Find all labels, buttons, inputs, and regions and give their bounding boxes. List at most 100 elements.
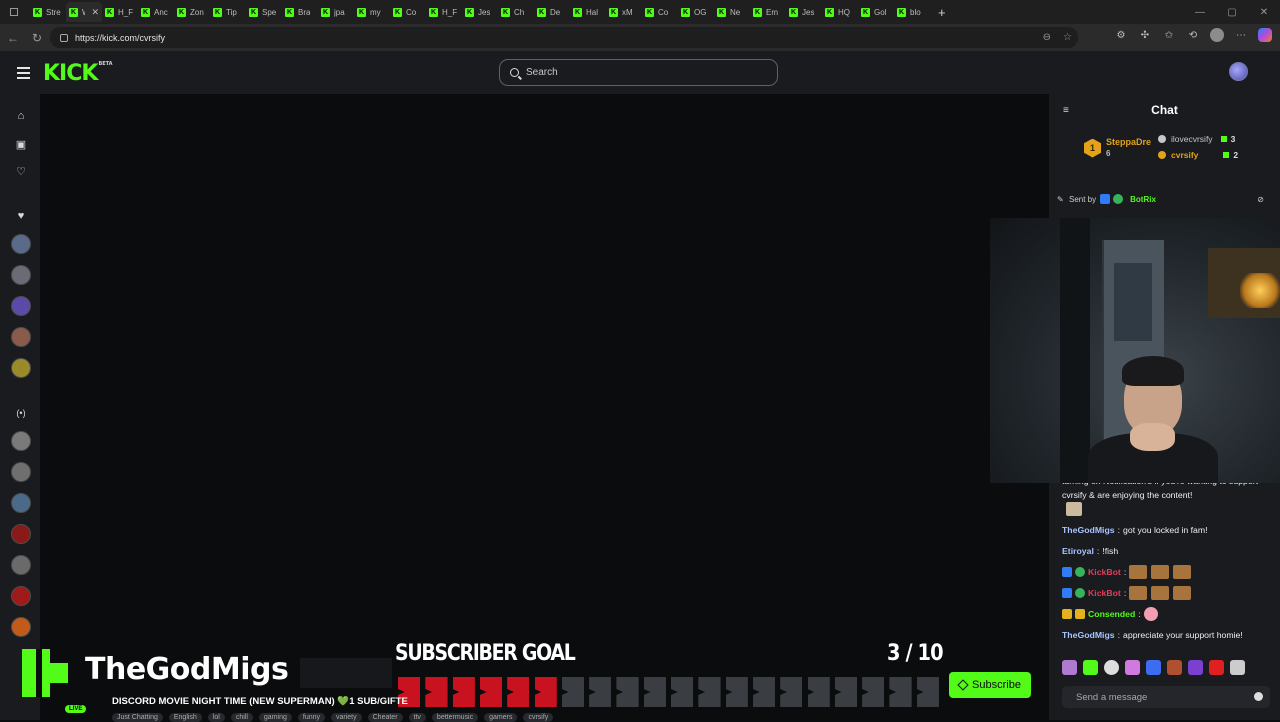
emote-icon[interactable] [1083,660,1098,675]
window-menu-icon[interactable] [4,4,24,20]
stream-tag[interactable]: Cheater [367,713,403,722]
channel-avatar[interactable] [11,431,31,451]
reader-mode-icon[interactable]: ⊖ [1043,32,1051,43]
stream-tag[interactable]: gaming [258,713,292,722]
home-icon[interactable]: ⌂ [14,109,28,123]
chat-username[interactable]: Etiroyal [1062,544,1094,558]
channel-avatar[interactable] [11,234,31,254]
video-player[interactable] [40,94,1049,720]
channel-avatar[interactable] [11,493,31,513]
maximize-icon[interactable]: ▢ [1216,0,1248,24]
browser-tab[interactable]: K Em [750,2,786,22]
hamburger-menu-icon[interactable] [17,67,30,82]
channel-avatar[interactable] [11,265,31,285]
extension-icon[interactable]: ⚙ [1114,28,1128,42]
browser-tab[interactable]: K Stre [30,2,66,22]
browser-tab[interactable]: K Jes [462,2,498,22]
channel-avatar[interactable] [11,524,31,544]
emote-icon[interactable] [1104,660,1119,675]
kick-logo[interactable]: KICKBETA [43,61,113,86]
browser-tab[interactable]: KxM [606,2,642,22]
stream-tag[interactable]: bettermusic [431,713,479,722]
channel-avatar[interactable] [11,555,31,575]
browser-tab[interactable]: K Ch [498,2,534,22]
browser-tab[interactable]: K H_F [102,2,138,22]
browser-tab[interactable]: K Co [390,2,426,22]
browser-tab[interactable]: K Hal [570,2,606,22]
favorites-icon[interactable]: ✩ [1162,28,1176,42]
stream-tag[interactable]: chill [230,713,253,722]
back-icon[interactable]: ← [2,31,24,45]
channel-avatar[interactable] [11,586,31,606]
chat-input[interactable] [1076,691,1246,703]
browser-tab[interactable]: Kjpa [318,2,354,22]
browser-tab[interactable]: K HQ [822,2,858,22]
gift-leaderboard-top[interactable]: 1 SteppaDre 6 [1084,136,1151,160]
browser-tab[interactable]: Kblo [894,2,930,22]
profile-avatar[interactable] [1210,28,1224,42]
browse-icon[interactable]: ▣ [14,137,28,151]
chat-username[interactable]: Consended [1088,607,1135,621]
site-info-icon[interactable] [60,33,68,42]
browser-tab[interactable]: K Zon [174,2,210,22]
search-input[interactable] [526,67,658,78]
extensions-puzzle-icon[interactable]: ✣ [1138,28,1152,42]
stream-tag[interactable]: funny [297,713,325,722]
browser-tab[interactable]: K Wh ✕ [66,2,102,22]
more-menu-icon[interactable]: ⋯ [1234,28,1248,42]
browser-tab[interactable]: K Gol [858,2,894,22]
pinned-message-header[interactable]: ✎ Sent by BotRix [1057,194,1156,204]
favorite-star-icon[interactable]: ☆ [1063,32,1072,43]
refresh-icon[interactable]: ↻ [26,31,48,45]
minimize-icon[interactable]: — [1184,0,1216,24]
leaderboard-row[interactable]: ilovecvrsify 3 [1158,134,1235,144]
channel-avatar[interactable] [11,327,31,347]
user-avatar[interactable] [1229,62,1248,81]
leaderboard-row[interactable]: cvrsify 2 [1158,150,1238,160]
emote-icon[interactable] [1209,660,1224,675]
browser-tab[interactable]: K Jes [786,2,822,22]
browser-tab[interactable]: K Co [642,2,678,22]
chat-username[interactable]: TheGodMigs [1062,628,1115,642]
new-tab-icon[interactable]: + [938,5,946,20]
channel-avatar[interactable] [11,617,31,637]
chat-input-box[interactable] [1062,686,1270,708]
browser-tab[interactable]: K Ne [714,2,750,22]
browser-tab[interactable]: K De [534,2,570,22]
emote-icon[interactable] [1146,660,1161,675]
search-box[interactable] [499,59,778,86]
unpin-icon[interactable]: ⊘ [1257,195,1264,204]
stream-tag[interactable]: ttv [408,713,426,722]
emote-icon[interactable] [1230,660,1245,675]
browser-tab[interactable]: K Tip [210,2,246,22]
channel-avatar[interactable] [11,462,31,482]
chat-username[interactable]: TheGodMigs [1062,523,1115,537]
stream-tag[interactable]: variety [331,713,362,722]
browser-tab[interactable]: K H_F [426,2,462,22]
close-window-icon[interactable]: ✕ [1248,0,1280,24]
close-tab-icon[interactable]: ✕ [91,7,99,18]
emote-icon[interactable] [1062,660,1077,675]
channel-avatar[interactable] [11,296,31,316]
copilot-icon[interactable] [1258,28,1272,42]
following-heart-icon[interactable]: ♡ [14,164,28,178]
channel-avatar[interactable] [11,358,31,378]
browser-tab[interactable]: K Anc [138,2,174,22]
browser-tab[interactable]: K OG [678,2,714,22]
address-bar[interactable]: https://kick.com/cvrsify ⊖ ☆ [50,27,1078,48]
chat-username[interactable]: KickBot [1088,586,1121,600]
emoji-picker-icon[interactable] [1254,692,1263,701]
browser-tab[interactable]: K Bra [282,2,318,22]
stream-tag[interactable]: Just Chatting [112,713,163,722]
history-icon[interactable]: ⟲ [1186,28,1200,42]
subscribe-button[interactable]: Subscribe [949,672,1031,698]
stream-tag[interactable]: gamers [484,713,518,722]
browser-tab[interactable]: Kmy [354,2,390,22]
emote-icon[interactable] [1167,660,1182,675]
browser-tab[interactable]: K Spe [246,2,282,22]
stream-tag[interactable]: lol [207,713,225,722]
stream-tag[interactable]: English [168,713,202,722]
emote-icon[interactable] [1188,660,1203,675]
chat-username[interactable]: KickBot [1088,565,1121,579]
emote-icon[interactable] [1125,660,1140,675]
